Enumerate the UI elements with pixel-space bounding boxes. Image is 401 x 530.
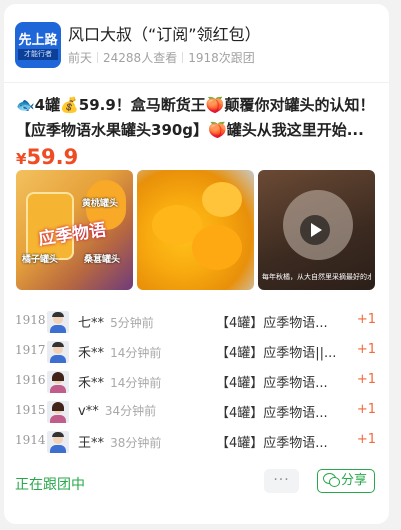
order-row[interactable]: 1918 七** 5分钟前 【4罐】应季物语... +1 [4,308,389,336]
order-number: 1916 [15,373,46,387]
buyer-name: 禾** 14分钟前 [78,342,161,361]
post-description[interactable]: 🐟4罐💰59.9！盒马断货王🍑颠覆你对罐头的认知！ 【应季物语水果罐头390g】… [16,93,378,143]
group-status: 正在跟团中 [15,477,85,493]
order-number: 1917 [15,343,46,357]
order-time: 14分钟前 [110,346,162,360]
order-number: 1914 [15,433,46,447]
order-number: 1918 [15,313,46,327]
description-line-1: 🐟4罐💰59.9！盒马断货王🍑颠覆你对罐头的认知！ [16,96,375,114]
currency-symbol: ¥ [16,150,27,168]
peach-shape [192,225,242,270]
order-time: 14分钟前 [110,376,162,390]
leader-avatar[interactable]: 先上路 才能行者 [15,22,61,68]
order-row[interactable]: 1916 禾** 14分钟前 【4罐】应季物语... +1 [4,368,389,396]
order-quantity: +1 [356,432,376,447]
ordered-product: 【4罐】应季物语... [216,316,328,331]
order-quantity: +1 [356,402,376,417]
buyer-nickname: 王** [78,436,105,451]
group-buy-card[interactable]: 先上路 才能行者 风口大叔（“订阅”领红包） 前天 24288人查看 1918次跟团… [4,4,389,524]
buyer-nickname: 禾** [78,346,105,361]
post-meta: 前天 24288人查看 1918次跟团 [68,49,255,66]
buyer-avatar [47,371,69,393]
buyer-avatar [47,401,69,423]
follow-count: 1918次跟团 [188,51,255,65]
leader-name[interactable]: 风口大叔（“订阅”领红包） [68,21,261,45]
image-label: 桑葚罐头 [84,255,121,265]
image-label: 橘子罐头 [22,255,59,265]
buyer-avatar [47,311,69,333]
share-label: 分享 [341,473,368,488]
image-label: 黄桃罐头 [82,199,119,209]
post-time: 前天 [68,51,93,65]
order-time: 38分钟前 [110,436,162,450]
share-button[interactable]: 分享 [317,469,375,493]
avatar-text-sub: 才能行者 [18,49,58,60]
more-button[interactable]: ··· [264,469,299,493]
more-icon: ··· [273,472,290,488]
product-video[interactable]: 每年秋橘，从大自然里采摘最好的水果 [258,170,375,290]
meta-divider [182,52,184,63]
buyer-name: 王** 38分钟前 [78,432,161,451]
order-row[interactable]: 1915 v** 34分钟前 【4罐】应季物语... +1 [4,398,389,426]
price: ¥59.9 [16,145,78,169]
order-quantity: +1 [356,372,376,387]
buyer-name: v** 34分钟前 [78,402,156,419]
order-row[interactable]: 1914 王** 38分钟前 【4罐】应季物语... +1 [4,428,389,456]
order-quantity: +1 [356,342,376,357]
buyer-name: 禾** 14分钟前 [78,372,161,391]
price-value: 59.9 [26,145,79,169]
meta-divider [97,52,99,63]
buyer-avatar [47,341,69,363]
order-number: 1915 [15,403,46,417]
ordered-product: 【4罐】应季物语... [216,436,328,451]
buyer-nickname: v** [78,404,99,419]
product-image-2[interactable] [137,170,254,290]
ordered-product: 【4罐】应季物语... [216,376,328,391]
product-image-1[interactable]: 黄桃罐头 应季物语 橘子罐头 桑葚罐头 [16,170,133,290]
order-quantity: +1 [356,312,376,327]
buyer-nickname: 禾** [78,376,105,391]
order-time: 34分钟前 [104,404,157,418]
order-time: 5分钟前 [110,316,154,330]
ordered-product: 【4罐】应季物语||... [216,346,337,361]
play-icon[interactable] [300,215,330,245]
wechat-icon [323,473,340,487]
header-divider [4,82,389,83]
avatar-text-main: 先上路 [18,33,58,48]
buyer-name: 七** 5分钟前 [78,312,154,331]
description-line-2: 【应季物语水果罐头390g】🍑罐头从我这里开始... [16,121,364,139]
view-count: 24288人查看 [103,51,178,65]
peach-shape [202,182,242,217]
order-row[interactable]: 1917 禾** 14分钟前 【4罐】应季物语||... +1 [4,338,389,366]
video-caption: 每年秋橘，从大自然里采摘最好的水果 [262,273,371,281]
buyer-avatar [47,431,69,453]
buyer-nickname: 七** [78,316,105,331]
ordered-product: 【4罐】应季物语... [216,406,328,421]
